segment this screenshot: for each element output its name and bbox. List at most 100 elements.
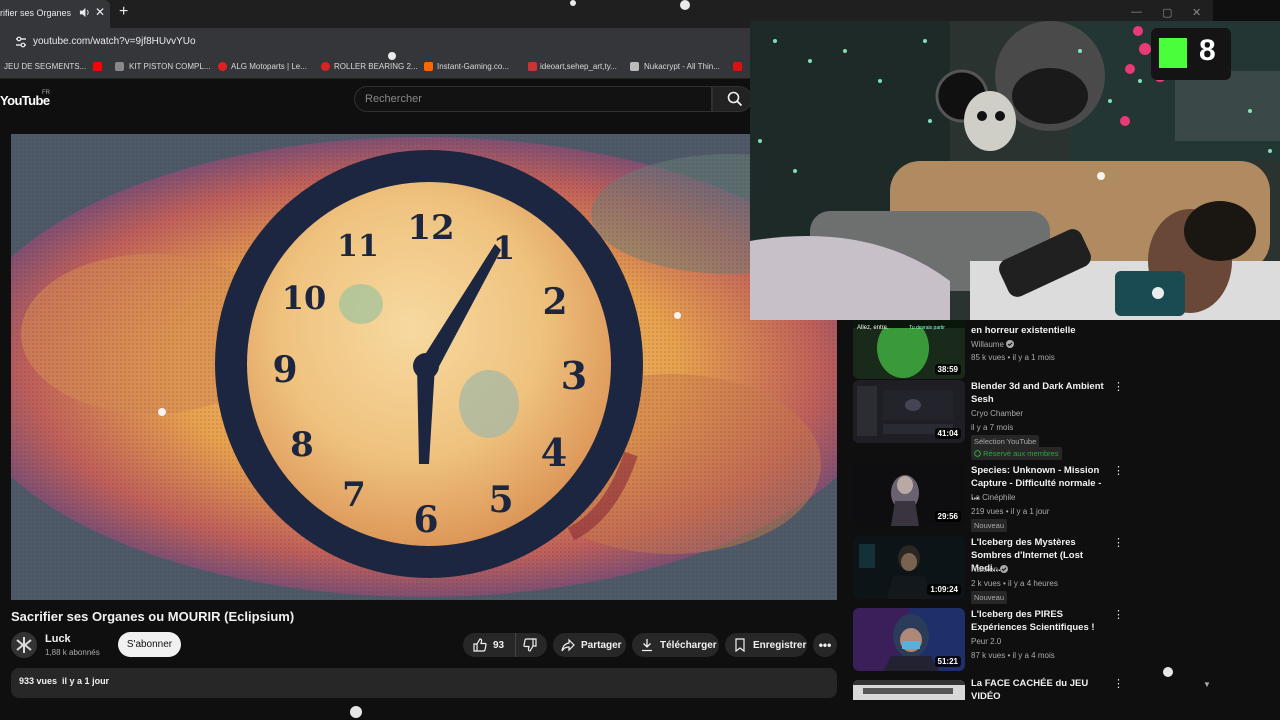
clock-numeral-10: 10: [282, 279, 327, 317]
bookmark-favicon: [733, 62, 742, 71]
save-label: Enregistrer: [753, 639, 807, 651]
clock-numeral-9: 9: [272, 349, 297, 391]
bookmark-favicon: [630, 62, 639, 71]
channel-name[interactable]: Luck: [45, 633, 71, 645]
bookmark-favicon: [115, 62, 124, 71]
video-player[interactable]: 12 1 2 3 4 5 6 7 8 9 10 11: [11, 134, 837, 600]
recommendation-channel[interactable]: Peur 2.0: [971, 637, 1001, 646]
recommendation-thumbnail[interactable]: Allez, entre. Tu devrais partir 38:59: [853, 316, 965, 379]
search-button[interactable]: [712, 86, 752, 112]
video-duration: 29:56: [934, 511, 961, 522]
bookmark-item[interactable]: JEU DE SEGMENTS...: [4, 62, 86, 71]
download-button[interactable]: Télécharger: [632, 633, 719, 657]
close-tab-icon[interactable]: ✕: [95, 5, 105, 19]
maximize-icon[interactable]: ▢: [1162, 6, 1172, 19]
scroll-down-icon[interactable]: ▼: [1203, 680, 1211, 689]
video-duration: 51:21: [934, 656, 961, 667]
clock-numeral-2: 2: [542, 281, 567, 323]
subscriber-count: 1,88 k abonnés: [45, 648, 100, 657]
bookmark-item[interactable]: ideoart,sehep_art,ty...: [540, 62, 617, 71]
recommendation-channel[interactable]: Willaume: [971, 340, 1015, 349]
site-settings-icon[interactable]: [14, 35, 28, 49]
verified-icon: [1000, 565, 1009, 573]
search-input[interactable]: Rechercher: [365, 93, 422, 105]
speaker-icon[interactable]: [79, 7, 90, 18]
recommendation-channel[interactable]: Hakken: [971, 565, 1009, 574]
bookmark-favicon: [528, 62, 537, 71]
region-label: FR: [42, 90, 50, 96]
more-vert-icon[interactable]: ⋮: [1113, 677, 1124, 690]
snow-particle: [1097, 172, 1105, 180]
close-window-icon[interactable]: ✕: [1192, 6, 1201, 19]
more-horizontal-icon: •••: [818, 638, 832, 652]
recommendation-channel[interactable]: Cryo Chamber: [971, 409, 1023, 418]
clock-numeral-4: 4: [541, 430, 567, 475]
video-duration: 38:59: [934, 364, 961, 375]
clock-numeral-12: 12: [407, 208, 454, 248]
share-icon: [561, 638, 575, 652]
stream-logo-text: 8: [1199, 34, 1216, 67]
dislike-button[interactable]: [515, 633, 547, 657]
recommendation-channel[interactable]: La Cinéphile: [971, 493, 1015, 502]
snow-particle: [388, 52, 396, 60]
more-vert-icon[interactable]: ⋮: [1113, 608, 1124, 621]
recommendation-title[interactable]: La FACE CACHÉE du JEU VIDÉO: [971, 677, 1109, 703]
upload-date: il y a 1 jour: [62, 676, 110, 686]
snow-particle: [350, 706, 362, 718]
thumbnail-caption: Allez, entre.: [857, 325, 889, 331]
recommendation-title[interactable]: L'Iceberg des PIRES Expériences Scientifi…: [971, 608, 1109, 634]
thumbs-up-icon: [473, 638, 487, 652]
bookmark-item[interactable]: ROLLER BEARING 2...: [334, 62, 418, 71]
bookmark-item[interactable]: Instant-Gaming.co...: [437, 62, 509, 71]
minimize-icon[interactable]: —: [1131, 6, 1142, 18]
snow-particle: [680, 0, 690, 10]
recommendation-thumbnail[interactable]: 41:04: [853, 380, 965, 443]
bookmark-item[interactable]: KIT PISTON COMPL...: [129, 62, 211, 71]
description-box[interactable]: [11, 668, 837, 698]
thumbs-down-icon: [523, 638, 537, 652]
save-button[interactable]: Enregistrer: [725, 633, 807, 657]
video-title: Sacrifier ses Organes ou MOURIR (Eclipsi…: [11, 609, 295, 624]
like-count: 93: [493, 639, 505, 651]
youtube-bookmark-icon[interactable]: [93, 62, 102, 71]
snow-particle: [1152, 287, 1164, 299]
subscribe-button[interactable]: S'abonner: [118, 632, 181, 657]
bookmark-favicon: [321, 62, 330, 71]
share-button[interactable]: Partager: [553, 633, 626, 657]
recommendation-thumbnail[interactable]: 51:21: [853, 608, 965, 671]
like-button[interactable]: 93: [463, 633, 515, 657]
snow-particle: [158, 408, 166, 416]
snow-particle: [1163, 667, 1173, 677]
members-only-badge: Réservé aux membres: [971, 447, 1062, 460]
video-frame: 12 1 2 3 4 5 6 7 8 9 10 11: [11, 134, 837, 600]
recommendation-thumbnail[interactable]: 29:56: [853, 463, 965, 526]
bookmark-item[interactable]: Nukacrypt - All Thin...: [644, 62, 720, 71]
webcam-overlay: 8: [750, 21, 1280, 320]
new-tab-icon[interactable]: +: [119, 3, 128, 21]
more-vert-icon[interactable]: ⋮: [1113, 536, 1124, 549]
new-badge: Nouveau: [971, 519, 1008, 532]
clock-numeral-5: 5: [488, 479, 513, 521]
clock-numeral-8: 8: [290, 425, 314, 465]
channel-avatar[interactable]: [11, 632, 37, 658]
video-duration: 41:04: [934, 428, 961, 439]
recommendation-thumbnail[interactable]: 1:09:24: [853, 536, 965, 599]
recommendation-title[interactable]: en horreur existentielle: [971, 324, 1109, 337]
verified-icon: [1006, 340, 1015, 348]
more-actions-button[interactable]: •••: [813, 633, 837, 657]
bookmark-item[interactable]: ALG Motoparts | Le...: [231, 62, 307, 71]
clock-numeral-3: 3: [561, 353, 587, 398]
recommendation-thumbnail[interactable]: [853, 680, 965, 700]
recommendation-meta: 219 vues • il y a 1 jour: [971, 507, 1050, 516]
bookmark-favicon: [424, 62, 433, 71]
recommendation-title[interactable]: Blender 3d and Dark Ambient Sesh: [971, 380, 1109, 406]
more-vert-icon[interactable]: ⋮: [1113, 464, 1124, 477]
snow-particle: [674, 312, 681, 319]
clock-numeral-6: 6: [413, 499, 438, 541]
url-input[interactable]: youtube.com/watch?v=9jf8HUvvYUo: [33, 36, 196, 47]
members-icon: [974, 450, 981, 457]
more-vert-icon[interactable]: ⋮: [1113, 380, 1124, 393]
bookmark-favicon: [218, 62, 227, 71]
tab-title: rifier ses Organes ou: [0, 8, 72, 18]
share-label: Partager: [581, 639, 622, 651]
